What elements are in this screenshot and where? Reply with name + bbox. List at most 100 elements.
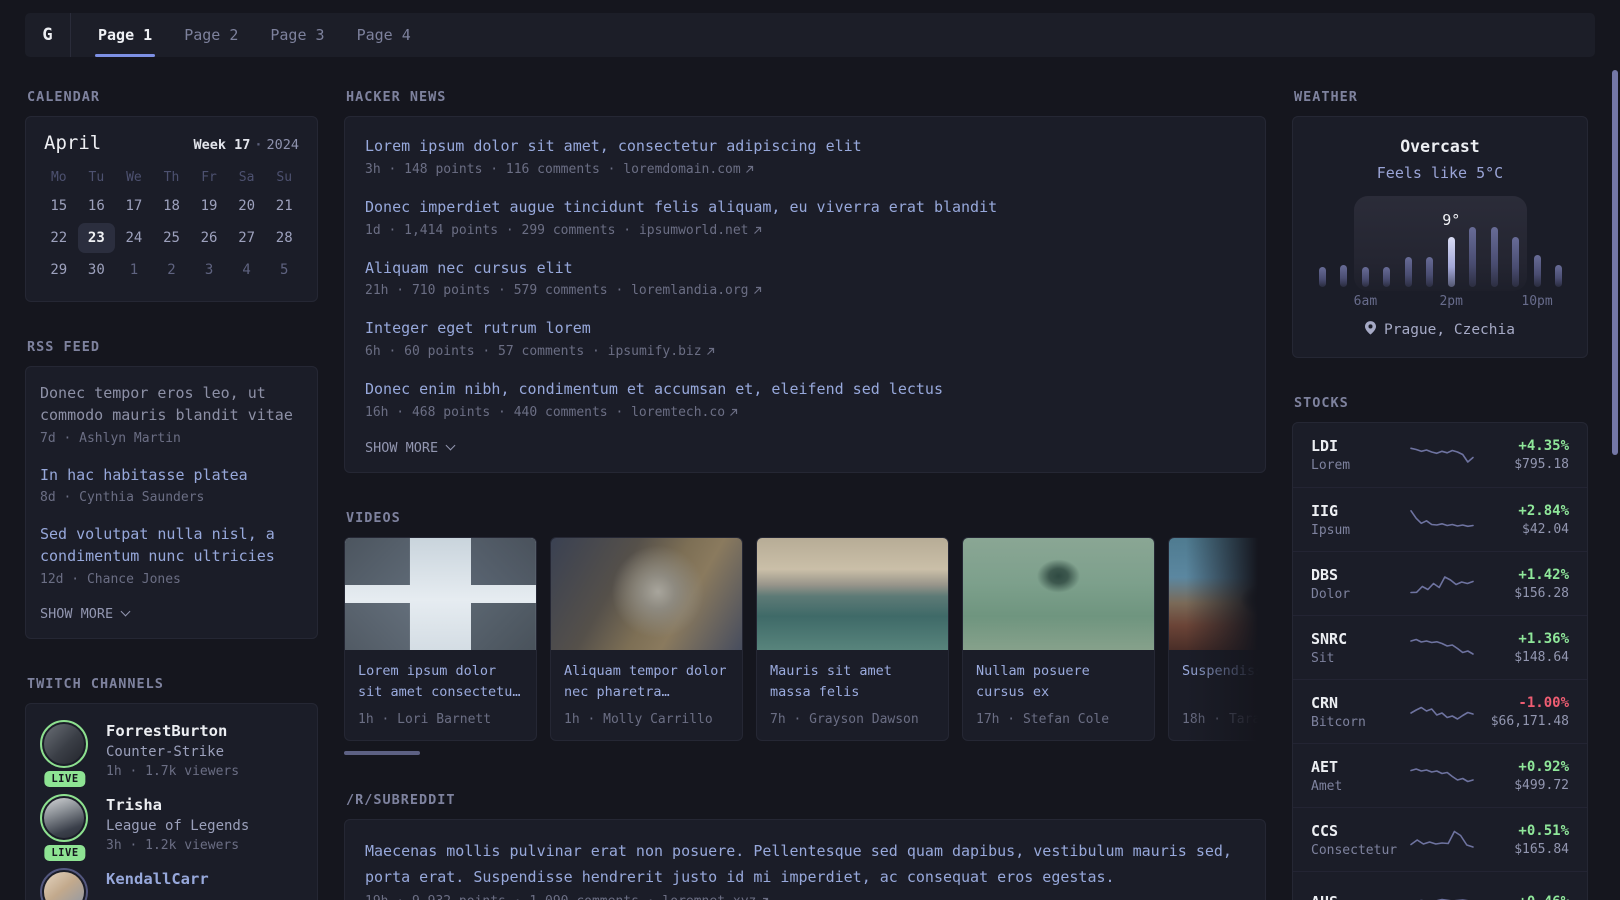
calendar-day: 20 <box>238 198 256 214</box>
video-thumbnail-boat-wake-city-sea[interactable] <box>757 537 948 650</box>
video-info: Nullam posuere cursus ex 17h · Stefan Co… <box>963 650 1154 740</box>
video-title[interactable]: Aliquam tempor dolor nec pharetra… <box>564 661 729 703</box>
avatar[interactable] <box>40 719 88 768</box>
stock-row[interactable]: CRN Bitcorn -1.00% $66,171.48 <box>1293 679 1587 743</box>
twitch-channel-row[interactable]: LIVE ForrestBurton Counter-Strike 1h · 1… <box>40 719 301 787</box>
peak-temperature-label: 9° <box>1442 211 1461 229</box>
video-title[interactable]: Suspendisse diam <box>1182 661 1266 703</box>
hn-item-title[interactable]: Aliquam nec cursus elit <box>365 258 1245 280</box>
channel-name[interactable]: KendallCarr <box>106 870 209 888</box>
video-thumbnail-hands-holding-camera[interactable] <box>551 537 742 650</box>
hn-item-title[interactable]: Lorem ipsum dolor sit amet, consectetur … <box>365 136 1245 158</box>
external-link-icon <box>753 283 762 298</box>
video-thumbnail-canoe-on-lake[interactable] <box>963 537 1154 650</box>
video-title[interactable]: Nullam posuere cursus ex <box>976 661 1141 703</box>
stock-row[interactable]: CCS Consectetur +0.51% $165.84 <box>1293 807 1587 871</box>
calendar-day: 25 <box>163 230 180 246</box>
twitch-channel-row[interactable]: LIVE Trisha League of Legends 3h · 1.2k … <box>40 793 301 861</box>
weather-location-row[interactable]: Prague, Czechia <box>1293 321 1587 339</box>
hn-meta-text: 3h · 148 points · 116 comments · <box>365 161 624 177</box>
daylight-highlight <box>1353 196 1528 291</box>
carousel-scrollbar[interactable] <box>344 750 420 755</box>
subreddit-post-title[interactable]: Maecenas mollis pulvinar erat non posuer… <box>365 839 1245 891</box>
channel-name[interactable]: Trisha <box>106 796 249 814</box>
hn-item: Donec enim nibh, condimentum et accumsan… <box>365 379 1245 420</box>
rss-show-more-button[interactable]: SHOW MORE <box>40 606 303 622</box>
tab-page-3[interactable]: Page 3 <box>267 13 327 57</box>
stock-symbol: AHS <box>1311 893 1403 900</box>
stock-row[interactable]: DBS Dolor +1.42% $156.28 <box>1293 551 1587 615</box>
rss-item-title[interactable]: Sed volutpat nulla nisl, a condimentum n… <box>40 524 303 568</box>
calendar-day: 19 <box>200 198 218 214</box>
weekday-label: Fr <box>201 170 217 185</box>
video-card[interactable]: Lorem ipsum dolor sit amet consectetu… 1… <box>344 536 537 741</box>
video-meta: 18h · Tara <box>1182 711 1261 727</box>
tab-page-2[interactable]: Page 2 <box>181 13 241 57</box>
video-card[interactable]: Aliquam tempor dolor nec pharetra… 1h · … <box>550 536 743 741</box>
video-title[interactable]: Mauris sit amet massa felis <box>770 661 935 703</box>
stock-sparkline <box>1410 638 1474 655</box>
page-scrollbar[interactable] <box>1612 70 1618 455</box>
video-thumbnail-concrete-towers-sky[interactable] <box>345 537 536 650</box>
hn-item-title[interactable]: Donec imperdiet augue tincidunt felis al… <box>365 197 1245 219</box>
external-link-icon <box>729 405 738 420</box>
rss-item-meta: 12d · Chance Jones <box>40 571 181 587</box>
channel-name[interactable]: ForrestBurton <box>106 722 239 740</box>
stock-id: IIG Ipsum <box>1311 502 1403 538</box>
hn-item: Integer eget rutrum lorem 6h · 60 points… <box>365 318 1245 359</box>
app-logo[interactable]: G <box>25 13 71 57</box>
live-badge: LIVE <box>44 844 86 861</box>
calendar-day: 27 <box>238 230 256 246</box>
stock-row[interactable]: AHS +0.46% <box>1293 871 1587 900</box>
stock-row[interactable]: SNRC Sit +1.36% $148.64 <box>1293 615 1587 679</box>
rss-item-title[interactable]: In hac habitasse platea <box>40 465 303 487</box>
video-card[interactable]: Mauris sit amet massa felis 7h · Grayson… <box>756 536 949 741</box>
calendar-day: 23 <box>77 223 116 253</box>
top-navigation-bar: G Page 1 Page 2 Page 3 Page 4 <box>25 13 1595 57</box>
section-title-stocks: STOCKS <box>1294 395 1349 411</box>
stock-change: +1.42% <box>1518 566 1569 583</box>
hn-show-more-button[interactable]: SHOW MORE <box>365 440 1245 456</box>
video-thumbnail-misty-field-figure[interactable] <box>1169 537 1266 650</box>
subreddit-card: Maecenas mollis pulvinar erat non posuer… <box>344 818 1266 900</box>
hn-item-title[interactable]: Integer eget rutrum lorem <box>365 318 1245 340</box>
stock-row[interactable]: LDI Lorem +4.35% $795.18 <box>1293 423 1587 487</box>
stock-name: Lorem <box>1311 458 1351 473</box>
videos-section: VIDEOS Lorem ipsum dolor sit amet consec… <box>344 509 1266 755</box>
channel-info: KendallCarr <box>106 870 209 900</box>
channel-info: Trisha League of Legends 3h · 1.2k viewe… <box>106 796 249 853</box>
twitch-channel-row[interactable]: KendallCarr <box>40 867 301 900</box>
hn-item-title[interactable]: Donec enim nibh, condimentum et accumsan… <box>365 379 1245 401</box>
weather-hour-bar <box>1319 267 1326 287</box>
stock-price: $499.72 <box>1514 777 1569 793</box>
stock-change: +0.46% <box>1481 894 1569 900</box>
stock-row[interactable]: AET Amet +0.92% $499.72 <box>1293 743 1587 807</box>
section-title-rss: RSS FEED <box>27 339 101 355</box>
video-card[interactable]: Suspendisse diam 18h · Tara <box>1168 536 1266 741</box>
stock-change: +0.51% <box>1518 822 1569 839</box>
active-tab-underline <box>95 54 156 57</box>
hn-item-domain[interactable]: ipsumworld.net <box>639 223 749 238</box>
video-card[interactable]: Nullam posuere cursus ex 17h · Stefan Co… <box>962 536 1155 741</box>
hn-item-domain[interactable]: loremlandia.org <box>631 283 748 298</box>
rss-item: Donec tempor eros leo, ut commodo mauris… <box>40 383 303 446</box>
hn-item-meta: 6h · 60 points · 57 comments · ipsumify.… <box>365 344 1245 359</box>
hn-item-domain[interactable]: ipsumify.biz <box>608 344 702 359</box>
tab-page-1[interactable]: Page 1 <box>95 13 156 57</box>
stock-row[interactable]: IIG Ipsum +2.84% $42.04 <box>1293 487 1587 551</box>
stock-id: AET Amet <box>1311 758 1403 794</box>
video-title[interactable]: Lorem ipsum dolor sit amet consectetu… <box>358 661 523 703</box>
subreddit-post-domain[interactable]: loremnet.xyz <box>662 894 756 900</box>
hn-meta-text: 16h · 468 points · 440 comments · <box>365 404 632 420</box>
hn-item-domain[interactable]: loremdomain.com <box>623 162 740 177</box>
hn-item-domain[interactable]: loremtech.co <box>631 405 725 420</box>
hn-item: Donec imperdiet augue tincidunt felis al… <box>365 197 1245 238</box>
stock-name: Bitcorn <box>1311 714 1366 730</box>
stock-symbol: AET <box>1311 757 1339 776</box>
avatar[interactable] <box>40 867 88 900</box>
avatar[interactable] <box>40 793 88 842</box>
rss-item-title[interactable]: Donec tempor eros leo, ut commodo mauris… <box>40 383 303 427</box>
tab-page-4[interactable]: Page 4 <box>354 13 414 57</box>
stock-price: $165.84 <box>1514 841 1569 857</box>
hacker-news-card: Lorem ipsum dolor sit amet, consectetur … <box>344 116 1266 473</box>
